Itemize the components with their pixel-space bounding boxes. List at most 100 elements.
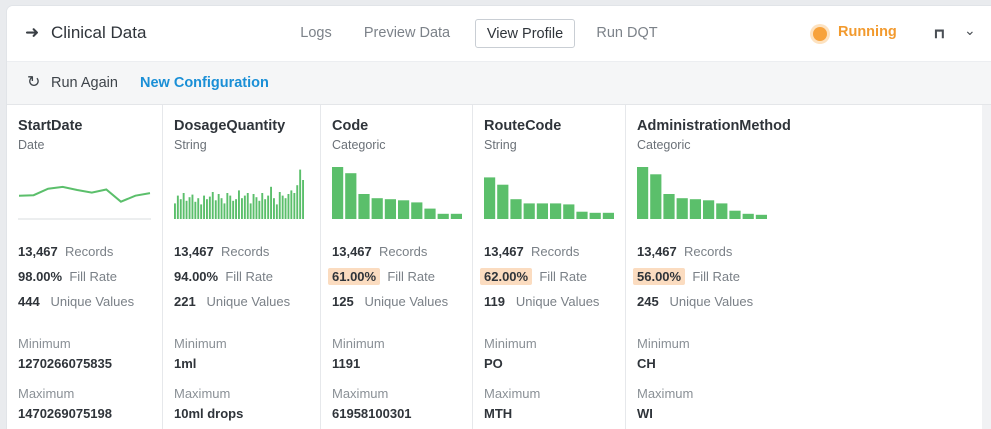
histogram-bar — [287, 194, 290, 219]
distribution-histogram — [637, 167, 767, 219]
maximum-value: 1470269075198 — [18, 406, 112, 421]
status-indicator — [813, 27, 827, 41]
histogram-bar — [232, 200, 235, 219]
tab-view-profile[interactable]: View Profile — [475, 19, 575, 48]
histogram-bar — [550, 203, 562, 219]
histogram-bar — [214, 200, 217, 219]
histogram-bar — [729, 210, 741, 219]
maximum-value: WI — [637, 406, 653, 421]
histogram-bar — [238, 190, 240, 219]
histogram-bar — [563, 204, 575, 219]
histogram-bar — [223, 203, 226, 219]
histogram-bar — [602, 212, 614, 219]
histogram-bar — [243, 195, 246, 219]
histogram-bar — [689, 199, 701, 219]
column-name: DosageQuantity — [174, 118, 286, 134]
fill-rate-value: 62.00% — [480, 268, 533, 285]
histogram-bar — [270, 186, 272, 219]
records-stat: 13,467 Records — [174, 244, 270, 259]
expand-icon[interactable]: ┏┓ — [932, 23, 947, 39]
maximum-label: Maximum — [637, 386, 694, 401]
histogram-bar — [703, 200, 715, 219]
histogram-bar — [278, 192, 281, 219]
histogram-bar — [755, 214, 767, 219]
new-configuration-link[interactable]: New Configuration — [140, 75, 269, 91]
fill-rate-stat: 56.00% Fill Rate — [633, 268, 740, 285]
histogram-bar — [235, 199, 237, 219]
column-type: Date — [18, 138, 45, 152]
records-stat: 13,467 Records — [332, 244, 428, 259]
histogram-bar — [261, 193, 264, 219]
arrow-right-icon[interactable]: ➜ — [25, 23, 39, 43]
histogram-bar — [663, 194, 675, 219]
histogram-bar — [345, 173, 357, 219]
histogram-bar — [179, 199, 182, 219]
fill-rate-value: 94.00% — [174, 269, 219, 284]
histogram-bar — [296, 185, 299, 219]
histogram-bar — [229, 195, 232, 219]
unique-values-stat: 221 Unique Values — [174, 294, 291, 309]
histogram-bar — [650, 174, 662, 219]
tab-preview-data[interactable]: Preview Data — [357, 19, 457, 48]
profile-column-card[interactable]: StartDate Date 13,467 Records 98.00% Fill R… — [7, 105, 163, 429]
profile-column-card[interactable]: RouteCode String 13,467 Records 62.00% Fill… — [473, 105, 626, 429]
records-stat: 13,467 Records — [18, 244, 114, 259]
histogram-bar — [217, 194, 220, 219]
refresh-icon[interactable]: ↻ — [27, 72, 40, 92]
unique-values-stat: 119 Unique Values — [484, 294, 600, 309]
records-stat: 13,467 Records — [484, 244, 580, 259]
histogram-bar — [589, 212, 601, 219]
histogram-bar — [273, 198, 275, 219]
histogram-bar — [510, 199, 522, 219]
profile-column-card[interactable]: Code Categoric 13,467 Records 61.00% Fill R… — [321, 105, 473, 429]
histogram-bar — [185, 200, 188, 219]
tab-logs[interactable]: Logs — [291, 19, 341, 48]
header-bar: ➜ Clinical Data Logs Preview Data View P… — [7, 6, 991, 62]
histogram-bar — [424, 208, 436, 219]
histogram-bar — [226, 193, 229, 219]
column-name: AdministrationMethod — [637, 118, 791, 134]
histogram-bar — [536, 203, 548, 219]
histogram-bar — [252, 194, 255, 219]
histogram-bar — [716, 203, 728, 219]
scrollbar[interactable] — [982, 105, 991, 429]
tab-run-dqt[interactable]: Run DQT — [591, 19, 663, 48]
profile-columns: StartDate Date 13,467 Records 98.00% Fill R… — [7, 105, 991, 429]
minimum-label: Minimum — [18, 336, 71, 351]
histogram-bar — [182, 193, 185, 219]
minimum-value: 1270266075835 — [18, 356, 112, 371]
histogram-bar — [211, 192, 214, 219]
histogram-bar — [576, 211, 588, 219]
maximum-value: 10ml drops — [174, 406, 244, 421]
histogram-bar — [371, 198, 383, 219]
histogram-bar — [302, 180, 304, 219]
column-type: String — [484, 138, 517, 152]
chevron-down-icon[interactable]: ⌄ — [964, 22, 976, 39]
histogram-bar — [284, 198, 287, 219]
status-label: Running — [838, 24, 897, 40]
fill-rate-stat: 94.00% Fill Rate — [174, 269, 274, 284]
histogram-bar — [206, 199, 208, 219]
column-type: Categoric — [637, 138, 691, 152]
column-type: String — [174, 138, 207, 152]
histogram-bar — [290, 190, 293, 219]
column-name: StartDate — [18, 118, 83, 134]
histogram-bar — [281, 195, 284, 219]
minimum-label: Minimum — [484, 336, 537, 351]
column-type: Categoric — [332, 138, 386, 152]
maximum-label: Maximum — [332, 386, 389, 401]
histogram-bar — [637, 167, 649, 219]
sparkline-series — [18, 185, 151, 203]
histogram-bar — [742, 213, 754, 219]
histogram-bar — [258, 200, 261, 219]
profile-column-card[interactable]: DosageQuantity String 13,467 Records 94.00%… — [163, 105, 321, 429]
maximum-label: Maximum — [174, 386, 231, 401]
histogram-bar — [241, 198, 243, 219]
distribution-histogram — [332, 167, 462, 219]
run-again-button[interactable]: Run Again — [51, 75, 118, 91]
histogram-bar — [264, 199, 267, 219]
profile-column-card[interactable]: AdministrationMethod Categoric 13,467 Reco… — [626, 105, 982, 429]
histogram-bar — [246, 193, 249, 219]
column-name: RouteCode — [484, 118, 562, 134]
maximum-label: Maximum — [484, 386, 541, 401]
